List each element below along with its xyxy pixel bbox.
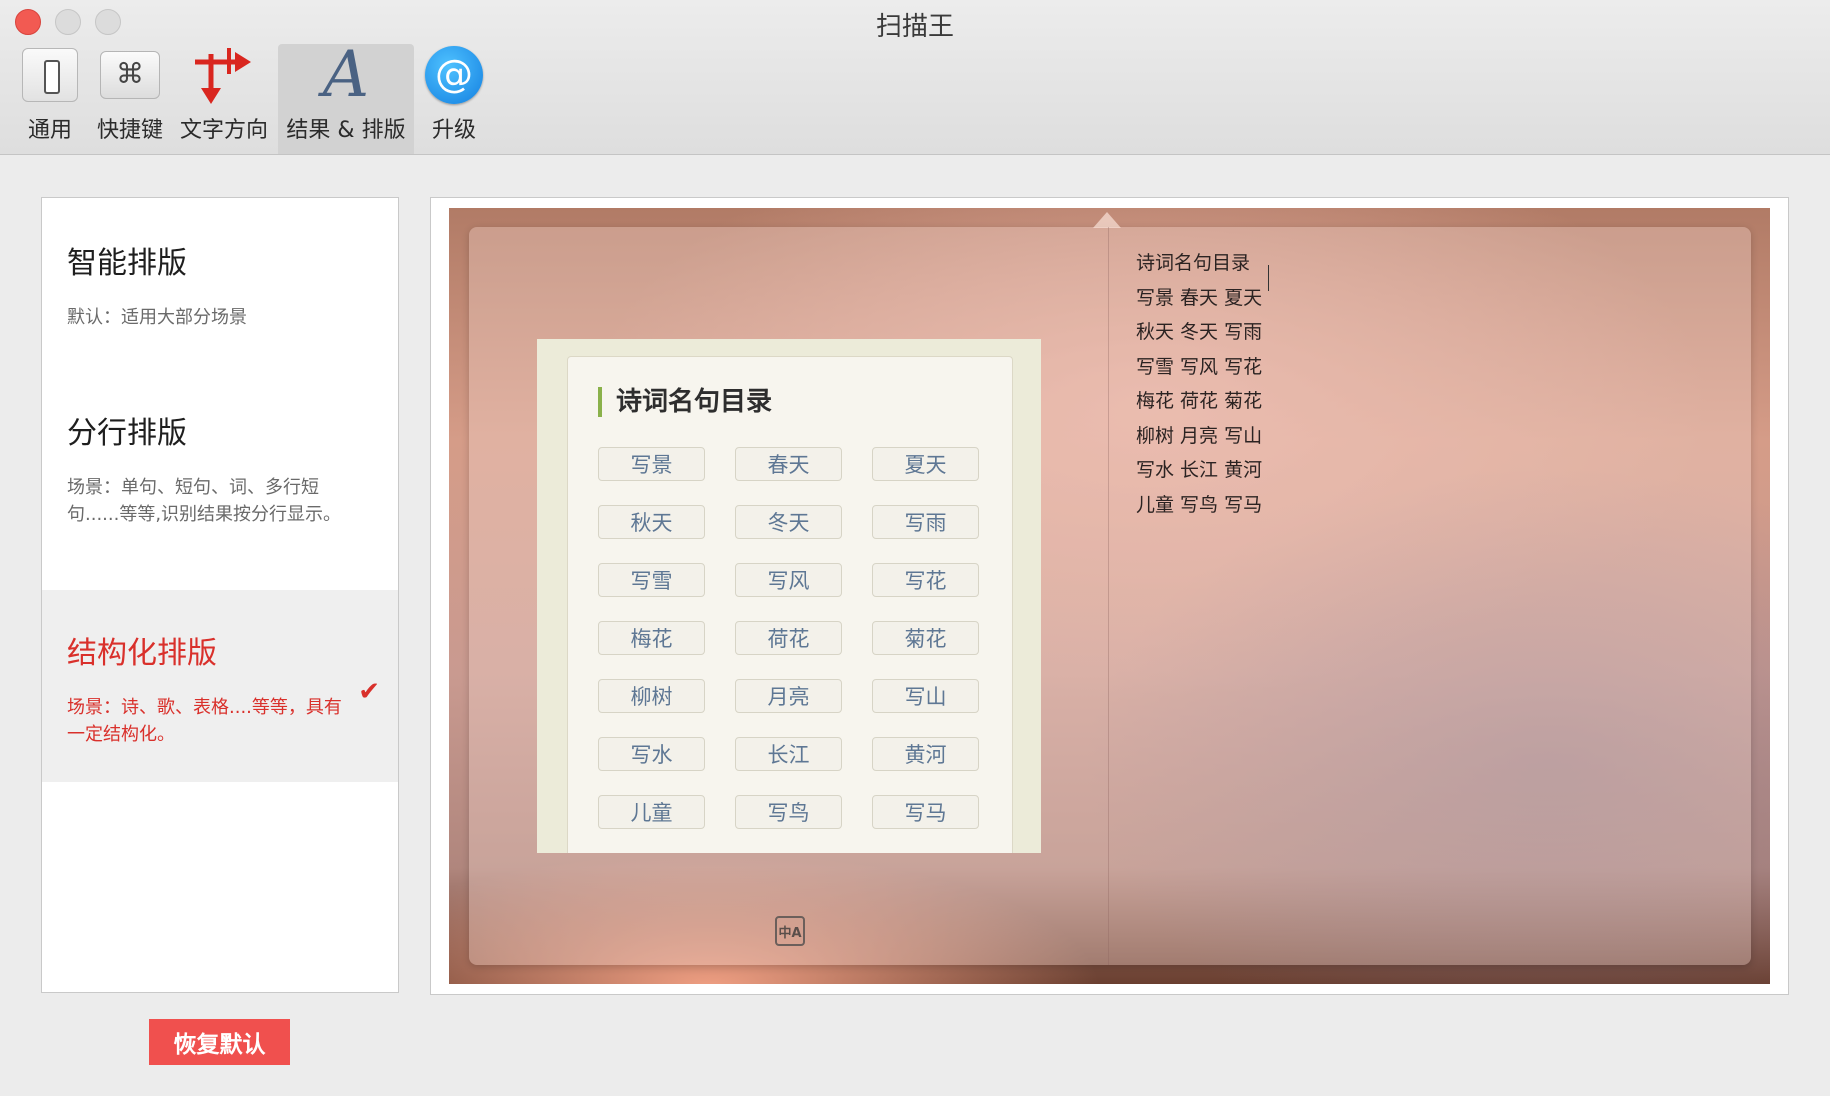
translate-icon[interactable]: 中A xyxy=(775,916,805,946)
scanned-chip: 写马 xyxy=(872,795,979,829)
option-description: 默认：适用大部分场景 xyxy=(67,307,247,328)
scanned-chip: 黄河 xyxy=(872,737,979,771)
tab-result-layout[interactable]: A 结果 & 排版 xyxy=(278,38,414,154)
tab-label: 升级 xyxy=(431,118,476,143)
option-description: 场景：单句、短句、词、多行短句......等等,识别结果按分行显示。 xyxy=(67,477,342,525)
tab-label: 快捷键 xyxy=(96,118,163,143)
result-line: 写水 长江 黄河 xyxy=(1136,459,1263,481)
result-line: 诗词名句目录 xyxy=(1136,252,1251,274)
scanned-chip: 写雪 xyxy=(598,563,705,597)
scanned-chip: 梅花 xyxy=(598,621,705,655)
at-sign-icon: @ xyxy=(425,46,483,104)
option-title: 分行排版 xyxy=(67,416,187,451)
popover-arrow xyxy=(1093,212,1121,228)
result-line: 写景 春天 夏天 xyxy=(1136,286,1263,309)
result-line: 柳树 月亮 写山 xyxy=(1136,424,1263,447)
scanned-chip: 儿童 xyxy=(598,795,705,829)
option-smart-layout[interactable]: 智能排版 默认：适用大部分场景 xyxy=(42,198,398,366)
command-key-icon: ⌘ xyxy=(100,51,160,99)
scanned-chip-grid: 写景 春天 夏天 秋天 冬天 写雨 写雪 写风 写花 梅花 荷花 菊花 柳树 月… xyxy=(598,447,986,829)
preview-image: 诗词名句目录 写景 春天 夏天 秋天 冬天 写雨 写雪 写风 写花 梅花 荷花 … xyxy=(449,208,1770,984)
tab-label: 文字方向 xyxy=(179,118,268,143)
toolbar: 扫描王 通用 ⌘ 快捷键 文字方向 A 结果 & 排版 @ 升级 xyxy=(0,0,1830,155)
scanned-chip: 荷花 xyxy=(735,621,842,655)
popover-divider xyxy=(1108,227,1109,965)
checkmark-icon: ✔ xyxy=(358,677,380,707)
scanned-chip: 写雨 xyxy=(872,505,979,539)
layout-option-list: 智能排版 默认：适用大部分场景 分行排版 场景：单句、短句、词、多行短句....… xyxy=(41,197,399,993)
scanned-chip: 春天 xyxy=(735,447,842,481)
scanned-chip: 长江 xyxy=(735,737,842,771)
letter-a-icon: A xyxy=(322,38,370,112)
result-line: 儿童 写鸟 写马 xyxy=(1136,493,1263,516)
scanned-image: 诗词名句目录 写景 春天 夏天 秋天 冬天 写雨 写雪 写风 写花 梅花 荷花 … xyxy=(567,356,1013,853)
scanned-chip: 柳树 xyxy=(598,679,705,713)
tab-general[interactable]: 通用 xyxy=(14,44,86,154)
text-caret xyxy=(1268,265,1269,291)
scanned-chip: 写花 xyxy=(872,563,979,597)
option-structured-layout[interactable]: 结构化排版 场景：诗、歌、表格....等等，具有一定结构化。 ✔ xyxy=(42,590,398,782)
result-line: 写雪 写风 写花 xyxy=(1136,355,1263,378)
preferences-window: 扫描王 通用 ⌘ 快捷键 文字方向 A 结果 & 排版 @ 升级 智能排版 默认… xyxy=(0,0,1830,1096)
result-line: 梅花 荷花 菊花 xyxy=(1136,390,1263,412)
restore-defaults-button[interactable]: 恢复默认 xyxy=(149,1019,290,1065)
scanned-chip: 写风 xyxy=(735,563,842,597)
scanned-chip: 写鸟 xyxy=(735,795,842,829)
scanned-chip: 月亮 xyxy=(735,679,842,713)
scanned-chip: 写山 xyxy=(872,679,979,713)
option-title: 结构化排版 xyxy=(67,636,217,671)
scanned-chip: 菊花 xyxy=(872,621,979,655)
scanned-chip: 冬天 xyxy=(735,505,842,539)
scanned-chip: 写景 xyxy=(598,447,705,481)
tab-label: 通用 xyxy=(27,118,72,143)
tab-label: 结果 & 排版 xyxy=(286,118,406,143)
scanned-chip: 夏天 xyxy=(872,447,979,481)
result-line: 秋天 冬天 写雨 xyxy=(1136,321,1263,343)
option-title: 智能排版 xyxy=(67,246,187,281)
phone-icon xyxy=(22,48,78,102)
text-direction-arrows-icon xyxy=(195,48,251,104)
tab-text-direction[interactable]: 文字方向 xyxy=(176,44,272,154)
window-title: 扫描王 xyxy=(875,12,954,42)
tab-shortcuts[interactable]: ⌘ 快捷键 xyxy=(94,44,166,154)
option-description: 场景：诗、歌、表格....等等，具有一定结构化。 xyxy=(67,697,342,745)
scanned-title: 诗词名句目录 xyxy=(598,387,772,417)
recognized-text[interactable]: 诗词名句目录 写景 春天 夏天 秋天 冬天 写雨 写雪 写风 写花 梅花 荷花 … xyxy=(1136,246,1262,522)
scanned-chip: 秋天 xyxy=(598,505,705,539)
option-line-layout[interactable]: 分行排版 场景：单句、短句、词、多行短句......等等,识别结果按分行显示。 xyxy=(42,366,398,588)
scanned-chip: 写水 xyxy=(598,737,705,771)
tab-upgrade[interactable]: @ 升级 xyxy=(418,44,490,154)
